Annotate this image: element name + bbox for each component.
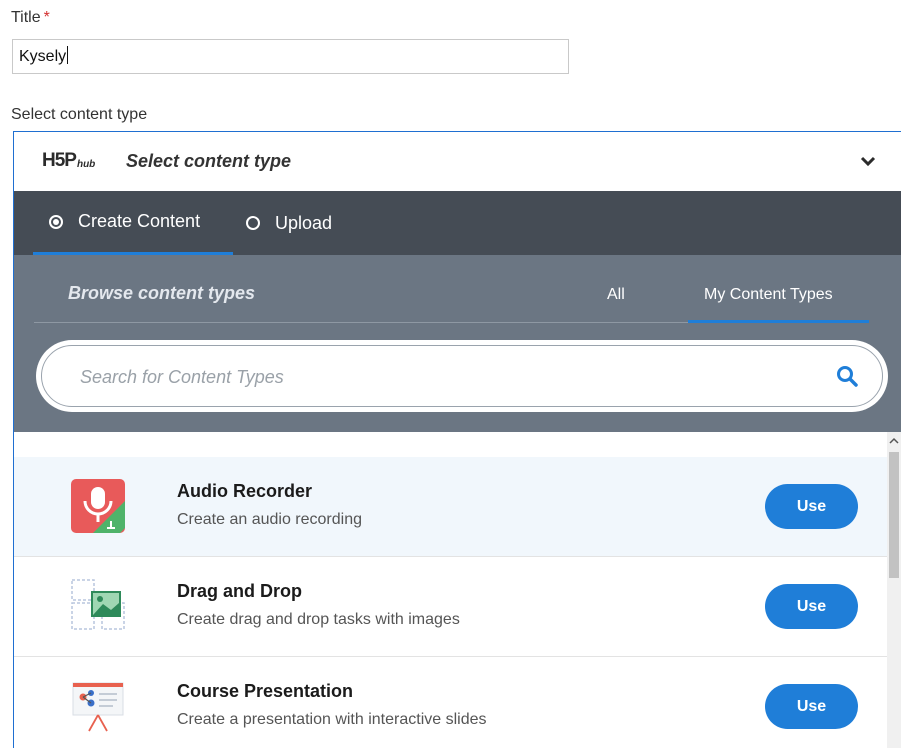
text-caret	[67, 46, 69, 64]
use-button[interactable]: Use	[765, 484, 858, 529]
list-item[interactable]: Audio Recorder Create an audio recording…	[14, 457, 887, 557]
presentation-board-icon	[72, 682, 124, 732]
filter-my-content-types[interactable]: My Content Types	[704, 286, 833, 304]
tab-upload-label: Upload	[275, 212, 333, 233]
image-drag-icon	[71, 579, 125, 630]
search-box	[36, 340, 888, 412]
list-scrollbar[interactable]	[887, 432, 901, 748]
item-title: Course Presentation	[177, 681, 354, 701]
use-button[interactable]: Use	[765, 584, 858, 629]
h5p-hub-panel: H5Phub Select content type Create Conten…	[13, 131, 901, 748]
item-title: Drag and Drop	[177, 581, 303, 601]
browse-title: Browse content types	[68, 283, 256, 303]
title-input-value: Kysely	[19, 48, 67, 65]
search-icon[interactable]	[836, 365, 858, 387]
content-type-list: Audio Recorder Create an audio recording…	[14, 432, 887, 748]
logo-sub: hub	[76, 159, 96, 170]
scrollbar-thumb[interactable]	[889, 452, 899, 578]
browse-section: Browse content types All My Content Type…	[14, 255, 901, 432]
list-item[interactable]: Drag and Drop Create drag and drop tasks…	[14, 557, 887, 657]
title-input[interactable]: Kysely	[12, 39, 569, 74]
hub-tabs-bar: Create Content Upload	[14, 191, 901, 255]
search-input[interactable]	[78, 346, 782, 408]
microphone-icon	[71, 479, 125, 533]
required-mark: *	[43, 9, 50, 26]
use-button[interactable]: Use	[765, 684, 858, 729]
tab-upload[interactable]: Upload	[246, 191, 332, 255]
title-label-text: Title	[11, 9, 41, 26]
item-description: Create drag and drop tasks with images	[177, 611, 460, 628]
title-label: Title *	[11, 9, 50, 27]
h5p-hub-logo: H5Phub	[42, 150, 95, 172]
logo-main: H5P	[42, 150, 77, 171]
list-item[interactable]: Course Presentation Create a presentatio…	[14, 657, 887, 748]
radio-selected-icon	[49, 214, 63, 229]
select-content-type-label: Select content type	[11, 106, 148, 123]
filter-all[interactable]: All	[607, 286, 625, 304]
scroll-up-arrow-icon[interactable]	[887, 434, 901, 448]
item-title: Audio Recorder	[177, 481, 313, 501]
active-filter-underline	[688, 320, 869, 323]
radio-unselected-icon	[246, 216, 260, 230]
hub-header[interactable]: H5Phub Select content type	[14, 132, 901, 191]
tab-create-content-label: Create Content	[78, 211, 201, 231]
hub-header-title: Select content type	[126, 151, 292, 171]
item-description: Create a presentation with interactive s…	[177, 711, 487, 728]
chevron-down-icon[interactable]	[859, 154, 877, 168]
tab-create-content[interactable]: Create Content	[33, 191, 233, 255]
item-description: Create an audio recording	[177, 511, 363, 528]
search-field	[41, 345, 883, 408]
